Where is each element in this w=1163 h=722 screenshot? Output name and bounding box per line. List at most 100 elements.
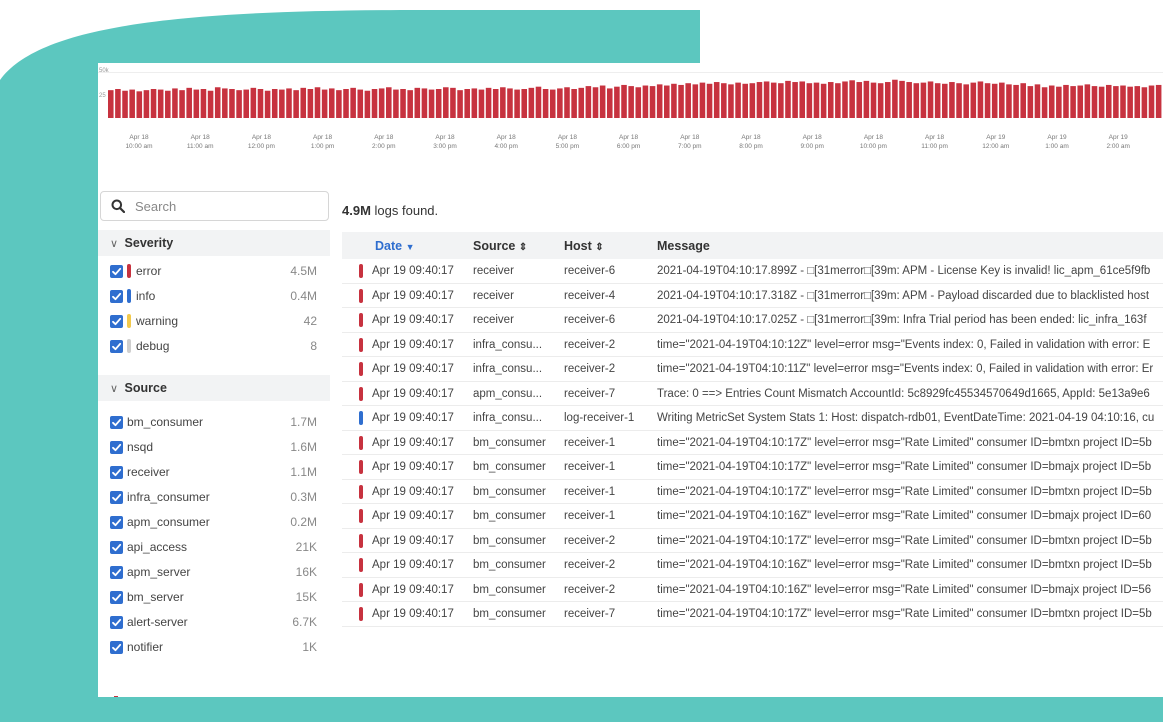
histogram-bar[interactable] [464, 89, 470, 118]
histogram-bar[interactable] [450, 87, 456, 118]
log-row[interactable]: Apr 19 09:40:17 bm_consumer receiver-1 time… [342, 431, 1163, 455]
histogram-bar[interactable] [806, 83, 813, 118]
histogram-bar[interactable] [728, 84, 734, 118]
histogram-bar[interactable] [492, 89, 499, 118]
source-facet-item[interactable]: notifier 1K [98, 635, 330, 660]
histogram-bar[interactable] [763, 81, 770, 118]
checkbox[interactable] [110, 466, 123, 479]
histogram-bar[interactable] [713, 82, 720, 118]
source-facet-item[interactable]: api_access 21K [98, 535, 330, 560]
histogram-bar[interactable] [371, 89, 378, 118]
histogram-bar[interactable] [770, 82, 777, 118]
date-column-header[interactable]: Date ▼ [375, 239, 415, 253]
histogram-bar[interactable] [1048, 85, 1055, 118]
histogram-bar[interactable] [778, 83, 784, 118]
histogram-bar[interactable] [172, 88, 178, 118]
histogram-bar[interactable] [1006, 84, 1012, 118]
histogram-bar[interactable] [1034, 84, 1041, 118]
severity-facet-item[interactable]: error 4.5M [98, 259, 330, 284]
histogram-bar[interactable] [977, 81, 984, 118]
severity-facet-item[interactable]: info 0.4M [98, 284, 330, 309]
histogram-bar[interactable] [849, 80, 855, 118]
histogram-bar[interactable] [870, 82, 877, 118]
histogram-bar[interactable] [535, 86, 542, 118]
log-row[interactable]: Apr 19 09:40:17 infra_consu... log-receive… [342, 406, 1163, 431]
histogram-bar[interactable] [421, 88, 428, 118]
histogram-bar[interactable] [414, 87, 421, 118]
histogram-bar[interactable] [621, 84, 627, 118]
log-row[interactable]: Apr 19 09:40:17 bm_consumer receiver-7 time… [342, 602, 1163, 627]
log-volume-histogram[interactable]: 50k 25 Apr 18 10:00 am Apr 18 11:00 am Apr 1… [98, 63, 1163, 173]
source-facet-item[interactable]: apm_server 16K [98, 560, 330, 585]
histogram-bar[interactable] [1098, 86, 1105, 118]
histogram-bar[interactable] [193, 89, 200, 118]
histogram-bar[interactable] [635, 87, 642, 118]
histogram-bar[interactable] [685, 83, 691, 118]
histogram-bar[interactable] [863, 80, 870, 118]
histogram-bar[interactable] [500, 87, 506, 118]
histogram-bar[interactable] [721, 83, 727, 118]
histogram-bar[interactable] [1020, 83, 1026, 118]
severity-facet-header[interactable]: ∨ Severity [98, 230, 330, 256]
histogram-bar[interactable] [435, 89, 442, 118]
histogram-bar[interactable] [578, 87, 585, 118]
histogram-bar[interactable] [835, 83, 841, 118]
histogram-bar[interactable] [785, 80, 791, 118]
histogram-bar[interactable] [507, 88, 513, 118]
histogram-bar[interactable] [115, 89, 121, 118]
log-row[interactable]: Apr 19 09:40:17 bm_consumer receiver-1 time… [342, 480, 1163, 504]
log-row[interactable]: Apr 19 09:40:17 bm_consumer receiver-1 time… [342, 504, 1163, 529]
histogram-bar[interactable] [1113, 86, 1119, 118]
histogram-bar[interactable] [1155, 84, 1162, 118]
histogram-bar[interactable] [934, 83, 941, 118]
histogram-bar[interactable] [428, 89, 435, 118]
histogram-bar[interactable] [214, 87, 221, 118]
histogram-bar[interactable] [136, 91, 143, 118]
histogram-bar[interactable] [1056, 86, 1062, 118]
histogram-bar[interactable] [143, 90, 150, 118]
histogram-bar[interactable] [243, 89, 249, 118]
severity-facet-item[interactable]: debug 8 [98, 334, 330, 359]
histogram-bar[interactable] [592, 87, 599, 118]
source-column-header[interactable]: Source ⇕ [473, 239, 527, 253]
checkbox[interactable] [110, 441, 123, 454]
histogram-bar[interactable] [671, 83, 677, 118]
log-row[interactable]: Apr 19 09:40:17 bm_consumer receiver-1 time… [342, 455, 1163, 480]
histogram-bar[interactable] [942, 83, 948, 118]
histogram-bar[interactable] [1027, 86, 1034, 118]
histogram-bar[interactable] [742, 83, 748, 118]
histogram-bar[interactable] [521, 89, 528, 118]
histogram-bar[interactable] [200, 89, 207, 118]
histogram-bar[interactable] [813, 82, 820, 118]
search-box[interactable] [100, 191, 329, 221]
histogram-bar[interactable] [357, 89, 364, 118]
histogram-bar[interactable] [1141, 87, 1148, 118]
histogram-bar[interactable] [1134, 86, 1141, 118]
histogram-bar[interactable] [328, 88, 335, 118]
histogram-bar[interactable] [1127, 86, 1133, 118]
source-facet-item[interactable]: nsqd 1.6M [98, 435, 330, 460]
histogram-bar[interactable] [108, 90, 114, 118]
histogram-bar[interactable] [264, 90, 271, 118]
histogram-bar[interactable] [122, 90, 128, 118]
histogram-bar[interactable] [827, 82, 834, 118]
log-row[interactable]: Apr 19 09:40:17 receiver receiver-4 2021-04… [342, 284, 1163, 308]
log-row[interactable]: Apr 19 09:40:17 bm_consumer receiver-2 time… [342, 578, 1163, 602]
histogram-bar[interactable] [642, 85, 649, 118]
histogram-bar[interactable] [970, 82, 977, 118]
checkbox[interactable] [110, 616, 123, 629]
log-row[interactable]: Apr 19 09:40:17 apm_consu... receiver-7 Tra… [342, 382, 1163, 406]
histogram-bar[interactable] [150, 89, 157, 118]
histogram-bar[interactable] [236, 90, 242, 118]
histogram-bar[interactable] [207, 90, 214, 118]
log-row[interactable]: Apr 19 09:40:17 receiver receiver-6 2021-04… [342, 308, 1163, 333]
histogram-bar[interactable] [599, 85, 606, 118]
histogram-bar[interactable] [478, 89, 485, 118]
histogram-bar[interactable] [1077, 85, 1084, 118]
histogram-bar[interactable] [927, 81, 934, 118]
histogram-bar[interactable] [792, 82, 798, 118]
histogram-bar[interactable] [656, 84, 663, 118]
histogram-bar[interactable] [1063, 84, 1069, 118]
histogram-bar[interactable] [949, 82, 955, 118]
histogram-bar[interactable] [649, 86, 656, 118]
